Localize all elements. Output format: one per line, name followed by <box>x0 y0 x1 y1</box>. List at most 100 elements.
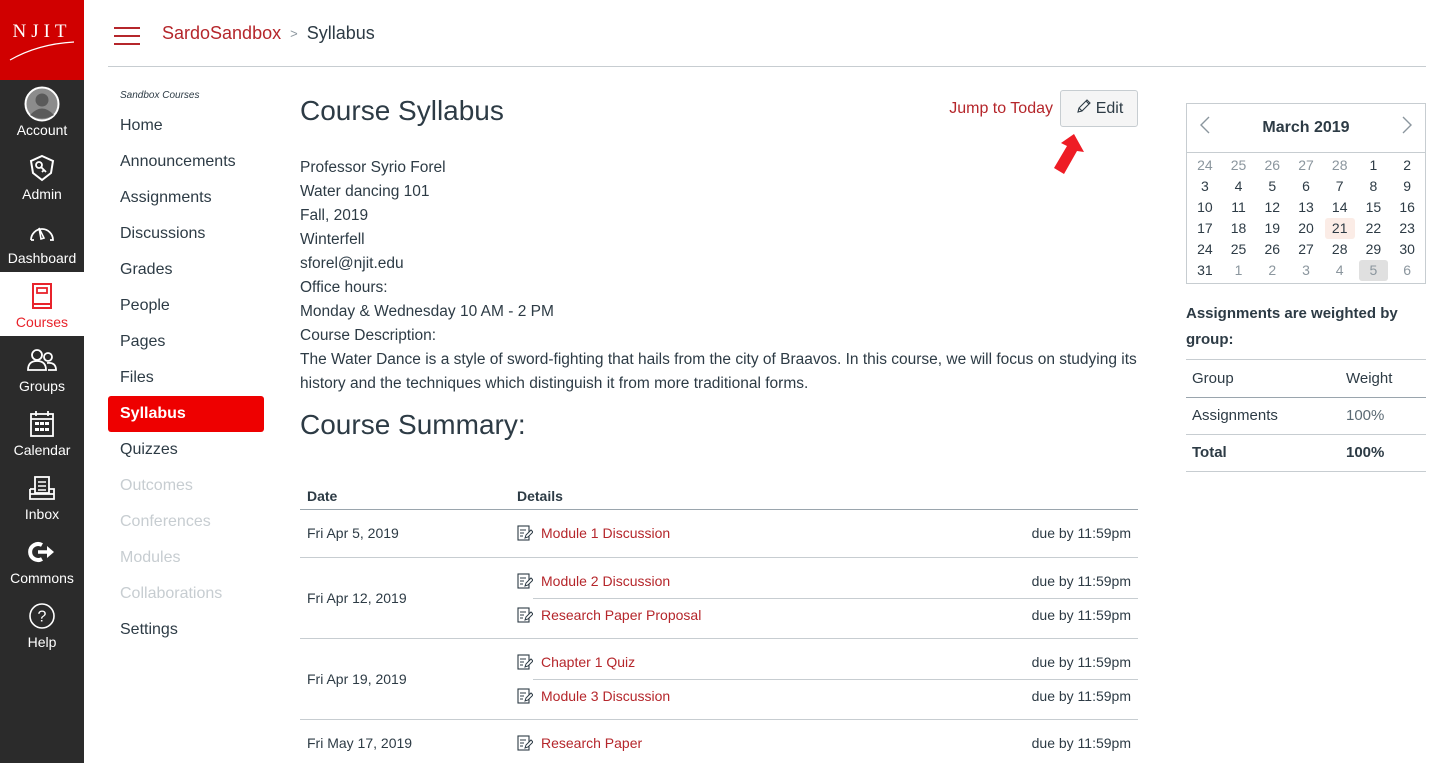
calendar-day[interactable]: 27 <box>1291 155 1321 176</box>
calendar-day[interactable]: 24 <box>1190 155 1220 176</box>
calendar-day[interactable]: 1 <box>1224 260 1254 281</box>
syllabus-line: Monday & Wednesday 10 AM - 2 PM <box>300 303 554 320</box>
calendar-day[interactable]: 9 <box>1392 176 1422 197</box>
calendar-day[interactable]: 23 <box>1392 218 1422 239</box>
global-nav-inbox[interactable]: Inbox <box>0 464 84 528</box>
calendar-day[interactable]: 28 <box>1325 239 1355 260</box>
calendar-day[interactable]: 14 <box>1325 197 1355 218</box>
calendar-day[interactable]: 11 <box>1224 197 1254 218</box>
calendar-day[interactable]: 5 <box>1257 176 1287 197</box>
global-nav-label: Account <box>16 121 68 138</box>
calendar-next-icon[interactable] <box>1399 116 1415 140</box>
assignment-icon <box>517 654 533 670</box>
calendar-day[interactable]: 4 <box>1224 176 1254 197</box>
group-column-header: Group <box>1186 360 1340 398</box>
calendar-day[interactable]: 8 <box>1359 176 1389 197</box>
jump-to-today-link[interactable]: Jump to Today <box>949 100 1053 118</box>
course-nav-collaborations[interactable]: Collaborations <box>108 576 264 612</box>
course-nav-grades[interactable]: Grades <box>108 252 264 288</box>
course-nav-conferences[interactable]: Conferences <box>108 504 264 540</box>
summary-date: Fri May 17, 2019 <box>300 719 510 763</box>
breadcrumb-course-link[interactable]: SardoSandbox <box>162 23 281 44</box>
commons-icon <box>24 535 60 569</box>
course-nav-settings[interactable]: Settings <box>108 612 264 648</box>
calendar-day[interactable]: 12 <box>1257 197 1287 218</box>
pencil-icon <box>1075 98 1092 120</box>
assignment-link[interactable]: Module 3 Discussion <box>541 688 670 704</box>
calendar-day[interactable]: 10 <box>1190 197 1220 218</box>
hamburger-menu-icon[interactable] <box>114 27 140 45</box>
calendar-day[interactable]: 5 <box>1358 260 1389 281</box>
assignment-link[interactable]: Research Paper Proposal <box>541 607 701 623</box>
calendar-day[interactable]: 22 <box>1359 218 1389 239</box>
edit-button[interactable]: Edit <box>1060 90 1138 127</box>
course-nav-modules[interactable]: Modules <box>108 540 264 576</box>
calendar-day[interactable]: 7 <box>1325 176 1355 197</box>
calendar-day[interactable]: 1 <box>1359 155 1389 176</box>
syllabus-line: Fall, 2019 <box>300 207 369 224</box>
calendar-day[interactable]: 17 <box>1190 218 1220 239</box>
course-nav-quizzes[interactable]: Quizzes <box>108 432 264 468</box>
course-nav-files[interactable]: Files <box>108 360 264 396</box>
weights-title: Assignments are weighted by group: <box>1186 301 1426 360</box>
global-nav-dashboard[interactable]: Dashboard <box>0 208 84 272</box>
calendar-day[interactable]: 25 <box>1224 155 1254 176</box>
calendar-day[interactable]: 19 <box>1257 218 1287 239</box>
global-nav-admin[interactable]: Admin <box>0 144 84 208</box>
weight-row: Assignments 100% <box>1186 397 1426 435</box>
course-nav-assignments[interactable]: Assignments <box>108 180 264 216</box>
calendar-day[interactable]: 3 <box>1190 176 1220 197</box>
calendar-day[interactable]: 6 <box>1291 176 1321 197</box>
calendar-day[interactable]: 26 <box>1257 155 1287 176</box>
assignment-link[interactable]: Chapter 1 Quiz <box>541 654 635 670</box>
calendar-prev-icon[interactable] <box>1197 116 1213 140</box>
assignment-link[interactable]: Module 1 Discussion <box>541 525 670 541</box>
course-nav-outcomes[interactable]: Outcomes <box>108 468 264 504</box>
calendar-day[interactable]: 3 <box>1291 260 1321 281</box>
calendar-day[interactable]: 29 <box>1359 239 1389 260</box>
calendar-icon <box>24 407 60 441</box>
calendar-day[interactable]: 13 <box>1291 197 1321 218</box>
course-nav-people[interactable]: People <box>108 288 264 324</box>
assignment-link[interactable]: Research Paper <box>541 735 642 751</box>
calendar-day[interactable]: 24 <box>1190 239 1220 260</box>
global-nav: NJIT Account Admin Dashboard Courses Groups C… <box>0 0 84 763</box>
total-label: Total <box>1186 434 1340 472</box>
group-weight: 100% <box>1340 397 1426 435</box>
due-time: due by 11:59pm <box>1031 654 1131 670</box>
course-nav-discussions[interactable]: Discussions <box>108 216 264 252</box>
calendar-today[interactable]: 21 <box>1324 218 1355 239</box>
due-time: due by 11:59pm <box>1031 735 1131 751</box>
calendar-day[interactable]: 6 <box>1392 260 1422 281</box>
calendar-day[interactable]: 16 <box>1392 197 1422 218</box>
course-nav-pages[interactable]: Pages <box>108 324 264 360</box>
global-nav-help[interactable]: ? Help <box>0 592 84 656</box>
due-time: due by 11:59pm <box>1031 525 1131 541</box>
course-term: Sandbox Courses <box>120 90 200 101</box>
calendar-day[interactable]: 31 <box>1190 260 1220 281</box>
assignment-icon <box>517 606 533 623</box>
calendar-day[interactable]: 25 <box>1224 239 1254 260</box>
calendar-day[interactable]: 30 <box>1392 239 1422 260</box>
calendar-day[interactable]: 26 <box>1257 239 1287 260</box>
calendar-day[interactable]: 18 <box>1224 218 1254 239</box>
njit-logo[interactable]: NJIT <box>0 0 84 80</box>
calendar-day[interactable]: 4 <box>1325 260 1355 281</box>
calendar-day[interactable]: 28 <box>1325 155 1355 176</box>
course-nav-syllabus[interactable]: Syllabus <box>108 396 264 432</box>
global-nav-groups[interactable]: Groups <box>0 336 84 400</box>
course-nav-home[interactable]: Home <box>108 108 264 144</box>
global-nav-calendar[interactable]: Calendar <box>0 400 84 464</box>
assignment-link[interactable]: Module 2 Discussion <box>541 573 670 589</box>
summary-event: Research Paper due by 11:59pm <box>510 727 1138 760</box>
total-weight: 100% <box>1340 434 1426 472</box>
global-nav-account[interactable]: Account <box>0 80 84 144</box>
calendar-day[interactable]: 20 <box>1291 218 1321 239</box>
calendar-day[interactable]: 27 <box>1291 239 1321 260</box>
calendar-day[interactable]: 2 <box>1392 155 1422 176</box>
calendar-day[interactable]: 2 <box>1257 260 1287 281</box>
global-nav-commons[interactable]: Commons <box>0 528 84 592</box>
global-nav-courses[interactable]: Courses <box>0 272 84 336</box>
calendar-day[interactable]: 15 <box>1359 197 1389 218</box>
course-nav-announcements[interactable]: Announcements <box>108 144 264 180</box>
